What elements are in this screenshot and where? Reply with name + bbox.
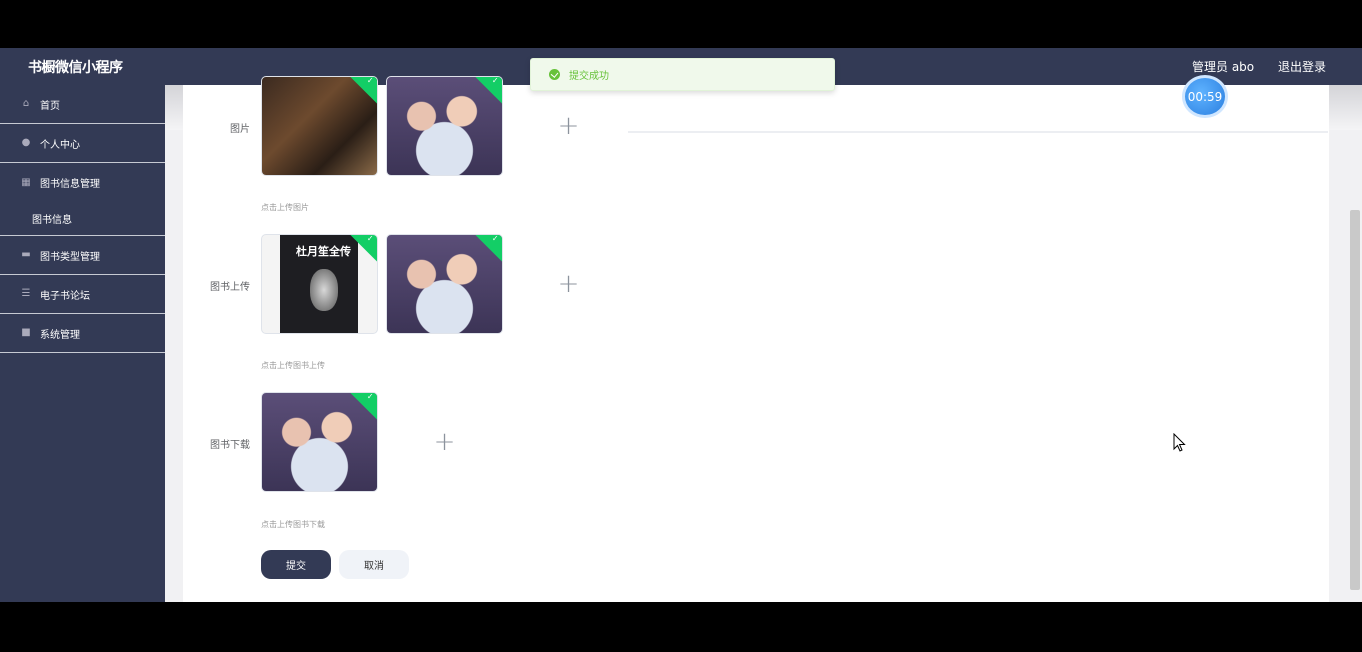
cancel-button[interactable]: 取消 <box>339 550 409 579</box>
plus-icon: + <box>557 269 580 299</box>
upload-success-badge: ✓ <box>474 235 502 262</box>
uploaded-image-thumbnail[interactable]: ✓ <box>261 392 378 492</box>
sidebar-item-label: 首页 <box>40 100 60 112</box>
book-download-hint: 点击上传图书下载 <box>261 520 325 529</box>
success-check-icon <box>549 69 560 80</box>
book-download-upload-button[interactable]: + <box>386 392 503 492</box>
sidebar-item-label: 个人中心 <box>40 139 80 151</box>
book-cover-image: 杜月笙全传 <box>280 235 358 333</box>
book-icon: ▦ <box>21 176 31 188</box>
logout-link[interactable]: 退出登录 <box>1278 58 1326 75</box>
sidebar-item-home[interactable]: ⌂ 首页 <box>0 85 165 124</box>
plus-icon: + <box>557 111 580 141</box>
image-upload-button[interactable]: + <box>510 76 627 176</box>
success-toast: 提交成功 <box>530 58 835 91</box>
plus-icon: + <box>433 427 456 457</box>
sidebar-item-system-management[interactable]: ■ 系统管理 <box>0 314 165 353</box>
book-upload-button[interactable]: + <box>510 234 627 334</box>
home-icon: ⌂ <box>22 98 30 109</box>
upload-success-badge: ✓ <box>349 393 377 420</box>
list-icon: ☰ <box>21 288 31 299</box>
sidebar-item-book-info-management[interactable]: ▦ 图书信息管理 <box>0 163 165 202</box>
upload-success-badge: ✓ <box>474 77 502 104</box>
user-icon: ● <box>21 137 31 148</box>
book-upload-field-label: 图书上传 <box>210 282 250 293</box>
sidebar-item-label: 系统管理 <box>40 329 80 341</box>
timer-text: 00:59 <box>1187 89 1223 104</box>
app-title: 书橱微信小程序 <box>28 60 123 76</box>
vertical-scrollbar[interactable] <box>1350 210 1360 590</box>
submit-button[interactable]: 提交 <box>261 550 331 579</box>
admin-user-label: 管理员 abo <box>1192 60 1255 74</box>
sidebar-item-ebook-forum[interactable]: ☰ 电子书论坛 <box>0 275 165 314</box>
sidebar-item-label: 图书类型管理 <box>40 251 100 263</box>
uploaded-image-thumbnail[interactable]: ✓ <box>386 76 503 176</box>
sidebar-item-label: 电子书论坛 <box>40 290 90 302</box>
mouse-cursor-icon <box>1173 433 1186 452</box>
sidebar-item-book-type-management[interactable]: ▬ 图书类型管理 <box>0 236 165 275</box>
floating-timer-badge[interactable]: 00:59 <box>1182 75 1228 118</box>
tag-icon: ▬ <box>21 249 31 260</box>
book-download-field-label: 图书下载 <box>210 440 250 451</box>
upload-success-badge: ✓ <box>349 77 377 104</box>
sidebar-subitem-book-info[interactable]: 图书信息 <box>0 202 165 236</box>
sidebar-item-label: 图书信息管理 <box>40 179 100 190</box>
sidebar-item-profile[interactable]: ● 个人中心 <box>0 124 165 163</box>
uploaded-image-thumbnail[interactable]: ✓ <box>261 76 378 176</box>
book-cover-portrait <box>310 269 338 311</box>
book-upload-hint: 点击上传图书上传 <box>261 361 325 370</box>
sidebar: ⌂ 首页 ● 个人中心 ▦ 图书信息管理 图书信息 ▬ 图书类型管理 ☰ 电子书… <box>0 85 165 602</box>
sidebar-item-label: 图书信息 <box>32 215 72 226</box>
uploaded-image-thumbnail[interactable]: ✓ <box>386 234 503 334</box>
image-upload-hint: 点击上传图片 <box>261 203 309 212</box>
app-screen: 书橱微信小程序 管理员 abo 退出登录 ⌂ 首页 ● 个人中心 ▦ 图书信息管… <box>0 48 1362 602</box>
settings-icon: ■ <box>21 327 31 338</box>
divider <box>628 131 1328 133</box>
image-field-label: 图片 <box>230 124 250 135</box>
uploaded-book-cover-thumbnail[interactable]: 杜月笙全传 ✓ <box>261 234 378 334</box>
toast-message: 提交成功 <box>569 71 609 82</box>
book-cover-title: 杜月笙全传 <box>296 245 351 258</box>
